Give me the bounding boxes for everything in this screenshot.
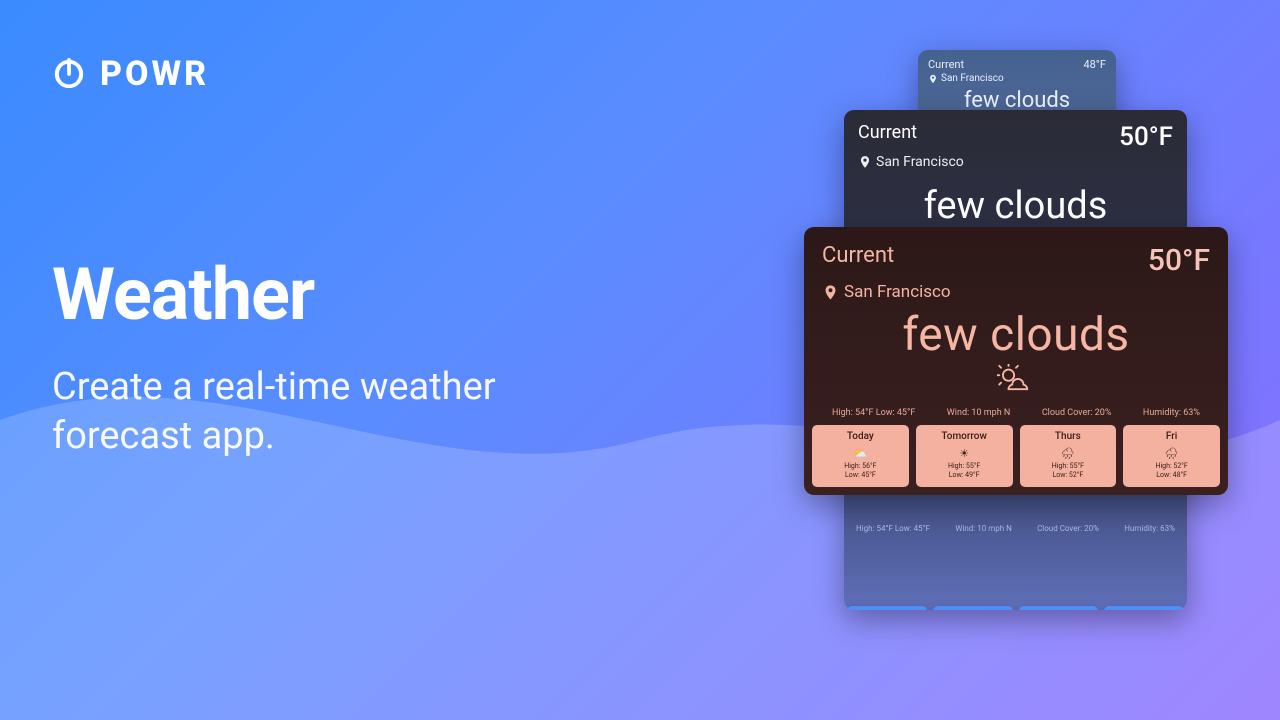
day-high: High: 55°F bbox=[916, 462, 1013, 471]
location-text: San Francisco bbox=[941, 73, 1004, 84]
forecast-day[interactable]: Today ⛅ High: 56°FLow: 45°F bbox=[847, 606, 927, 610]
current-temp: 50°F bbox=[1148, 243, 1210, 278]
rain-icon: 🌧 bbox=[1061, 447, 1075, 460]
day-name: Thurs bbox=[1020, 431, 1117, 442]
brand-logo: POWR bbox=[52, 54, 209, 94]
condition-text: few clouds bbox=[844, 184, 1187, 228]
rain-icon: 🌧 bbox=[1165, 447, 1179, 460]
forecast-day[interactable]: Fri 🌧 High: 55°FLow: 51°F bbox=[1104, 606, 1184, 610]
day-low: Low: 45°F bbox=[812, 471, 909, 480]
partly-cloudy-icon: ⛅ bbox=[854, 447, 868, 460]
current-temp: 50°F bbox=[1119, 122, 1173, 152]
day-low: Low: 52°F bbox=[1020, 471, 1117, 480]
stats-row: High: 54°F Low: 45°F Wind: 10 mph N Clou… bbox=[844, 524, 1187, 533]
forecast-day[interactable]: Tomorrow ☀ High: 55°FLow: 48°F bbox=[933, 606, 1013, 610]
forecast-day[interactable]: Thurs 🌧 High: 53°FLow: 50°F bbox=[1019, 606, 1099, 610]
partly-cloudy-icon bbox=[804, 364, 1228, 396]
stat-cloud: Cloud Cover: 20% bbox=[1037, 524, 1099, 533]
hero-subtitle: Create a real-time weather forecast app. bbox=[52, 363, 572, 460]
forecast-days: Today ⛅ High: 56°FLow: 45°F Tomorrow ☀ H… bbox=[812, 425, 1220, 487]
sunny-icon: ☀ bbox=[959, 447, 969, 460]
stats-row: High: 54°F Low: 45°F Wind: 10 mph N Clou… bbox=[804, 408, 1228, 418]
location-text: San Francisco bbox=[876, 154, 964, 170]
current-label: Current bbox=[928, 58, 964, 71]
forecast-day[interactable]: Tomorrow ☀ High: 55°FLow: 49°F bbox=[916, 425, 1013, 487]
stat-cloud: Cloud Cover: 20% bbox=[1042, 408, 1112, 418]
location-pin-icon bbox=[858, 155, 872, 169]
day-name: Fri bbox=[1123, 431, 1220, 442]
day-low: Low: 48°F bbox=[1123, 471, 1220, 480]
day-high: High: 52°F bbox=[1123, 462, 1220, 471]
stat-humidity: Humidity: 63% bbox=[1124, 524, 1175, 533]
brand-logo-icon bbox=[52, 57, 86, 91]
current-label: Current bbox=[822, 243, 894, 268]
day-name: Tomorrow bbox=[916, 431, 1013, 442]
location-pin-icon bbox=[822, 284, 839, 301]
weather-card-large: Current 50°F San Francisco few clouds Hi… bbox=[804, 227, 1228, 495]
brand-logo-text: POWR bbox=[100, 54, 209, 94]
forecast-day[interactable]: Today ⛅ High: 56°FLow: 45°F bbox=[812, 425, 909, 487]
stat-wind: Wind: 10 mph N bbox=[947, 408, 1011, 418]
stat-highlow: High: 54°F Low: 45°F bbox=[832, 408, 915, 418]
forecast-day[interactable]: Fri 🌧 High: 52°FLow: 48°F bbox=[1123, 425, 1220, 487]
stat-humidity: Humidity: 63% bbox=[1143, 408, 1200, 418]
weather-card-stack: Current 48°F San Francisco few clouds Hi… bbox=[800, 50, 1230, 690]
day-low: Low: 49°F bbox=[916, 471, 1013, 480]
stat-highlow: High: 54°F Low: 45°F bbox=[856, 524, 930, 533]
forecast-days: Today ⛅ High: 56°FLow: 45°F Tomorrow ☀ H… bbox=[847, 606, 1184, 610]
condition-text: few clouds bbox=[804, 308, 1228, 362]
hero: Weather Create a real-time weather forec… bbox=[52, 252, 572, 460]
location-text: San Francisco bbox=[844, 282, 951, 302]
stat-wind: Wind: 10 mph N bbox=[955, 524, 1011, 533]
forecast-day[interactable]: Thurs 🌧 High: 55°FLow: 52°F bbox=[1020, 425, 1117, 487]
day-high: High: 55°F bbox=[1020, 462, 1117, 471]
current-label: Current bbox=[858, 122, 917, 152]
day-high: High: 56°F bbox=[812, 462, 909, 471]
location-pin-icon bbox=[928, 74, 938, 84]
day-name: Today bbox=[812, 431, 909, 442]
current-temp: 48°F bbox=[1083, 58, 1106, 71]
hero-title: Weather bbox=[52, 252, 572, 337]
